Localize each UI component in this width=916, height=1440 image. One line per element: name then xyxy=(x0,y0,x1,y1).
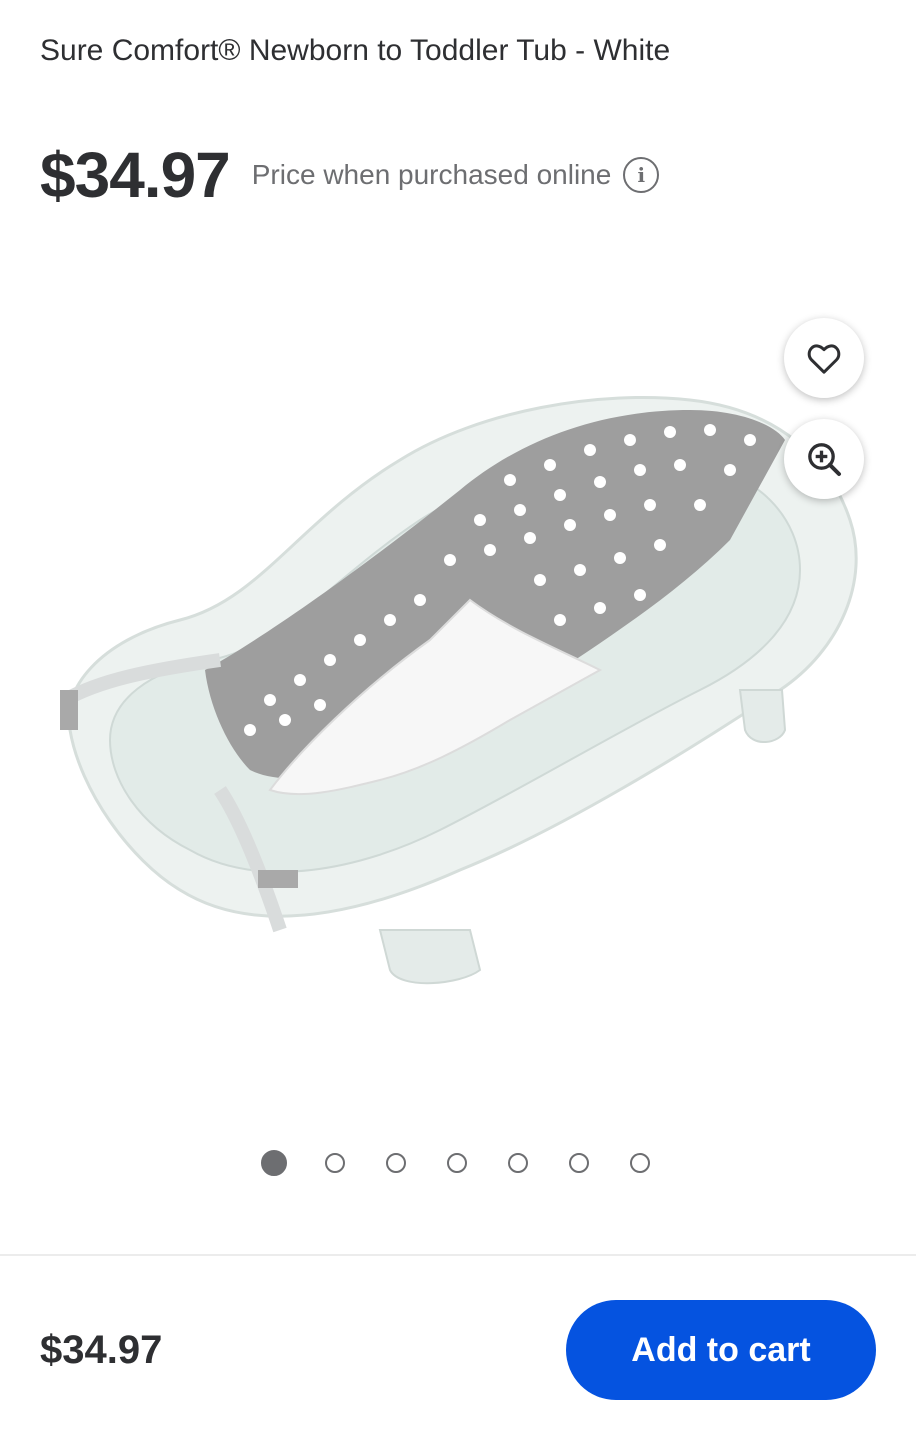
add-to-favorites-button[interactable] xyxy=(784,318,864,398)
carousel-dot[interactable] xyxy=(569,1153,589,1173)
carousel-dot[interactable] xyxy=(325,1153,345,1173)
product-image xyxy=(60,396,858,985)
carousel-dot[interactable] xyxy=(508,1153,528,1173)
heart-icon xyxy=(807,344,841,374)
zoom-in-icon xyxy=(808,443,841,476)
carousel-dot[interactable] xyxy=(447,1153,467,1173)
carousel-dot[interactable] xyxy=(630,1153,650,1173)
product-title: Sure Comfort® Newborn to Toddler Tub - W… xyxy=(40,34,671,67)
bottom-bar-price: $34.97 xyxy=(40,1328,163,1372)
carousel-dot[interactable] xyxy=(261,1150,287,1176)
sticky-bottom-bar: $34.97 Add to cart xyxy=(0,1254,916,1440)
price-note: Price when purchased online xyxy=(251,159,612,190)
add-to-cart-button[interactable]: Add to cart xyxy=(566,1300,876,1400)
price-row: $34.97 Price when purchased online i xyxy=(40,138,660,212)
product-image-carousel[interactable] xyxy=(0,240,916,1120)
info-icon[interactable]: i xyxy=(623,157,660,193)
carousel-dot[interactable] xyxy=(386,1153,406,1173)
zoom-button[interactable] xyxy=(784,419,864,499)
product-price: $34.97 xyxy=(40,139,231,211)
